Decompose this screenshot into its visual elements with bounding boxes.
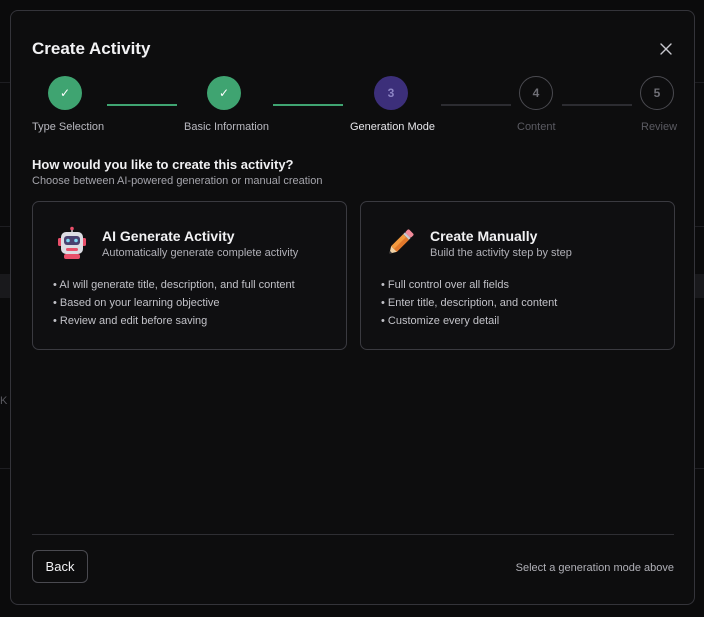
list-item: AI will generate title, description, and… [53,278,294,296]
footer-divider [32,534,674,535]
list-item: Full control over all fields [381,278,557,296]
robot-icon [58,226,86,259]
step-3-circle: 3 [374,76,408,110]
create-manually-card[interactable]: Create Manually Build the activity step … [360,201,675,350]
section-question: How would you like to create this activi… [32,157,294,172]
footer-hint: Select a generation mode above [515,562,674,574]
ai-generate-card[interactable]: AI Generate Activity Automatically gener… [32,201,347,350]
list-item: Customize every detail [381,314,557,332]
step-5-circle: 5 [640,76,674,110]
step-connector [273,104,343,106]
close-icon [660,43,672,55]
card-subtitle: Build the activity step by step [430,247,572,259]
backdrop-text: K [0,395,8,407]
step-1-circle: ✓ [48,76,82,110]
close-button[interactable] [655,38,677,60]
step-label-review: Review [641,121,678,133]
list-item: Based on your learning objective [53,296,295,314]
step-number: 3 [387,86,395,100]
step-connector [441,104,511,106]
card-title: AI Generate Activity [102,228,235,244]
step-label-basic-information: Basic Information [184,121,269,133]
step-label-content: Content [517,121,556,133]
dialog-title: Create Activity [32,39,151,58]
step-4-circle: 4 [519,76,553,110]
section-subtitle: Choose between AI-powered generation or … [32,175,323,187]
feature-list: Full control over all fields Enter title… [381,278,557,332]
feature-list: AI will generate title, description, and… [53,278,295,332]
step-label-type-selection: Type Selection [32,121,105,133]
pencil-icon [389,229,414,254]
back-button[interactable]: Back [32,550,88,583]
step-2-circle: ✓ [207,76,241,110]
check-icon: ✓ [218,86,230,100]
step-number: 4 [532,86,540,100]
check-icon: ✓ [59,86,71,100]
create-activity-dialog: Create Activity ✓ ✓ 3 4 5 Type Selection… [10,10,695,605]
step-number: 5 [653,86,661,100]
card-title: Create Manually [430,228,538,244]
step-connector [107,104,177,106]
list-item: Review and edit before saving [53,314,295,332]
list-item: Enter title, description, and content [381,296,557,314]
step-connector [562,104,632,106]
card-subtitle: Automatically generate complete activity [102,247,299,259]
step-label-generation-mode: Generation Mode [350,121,435,133]
